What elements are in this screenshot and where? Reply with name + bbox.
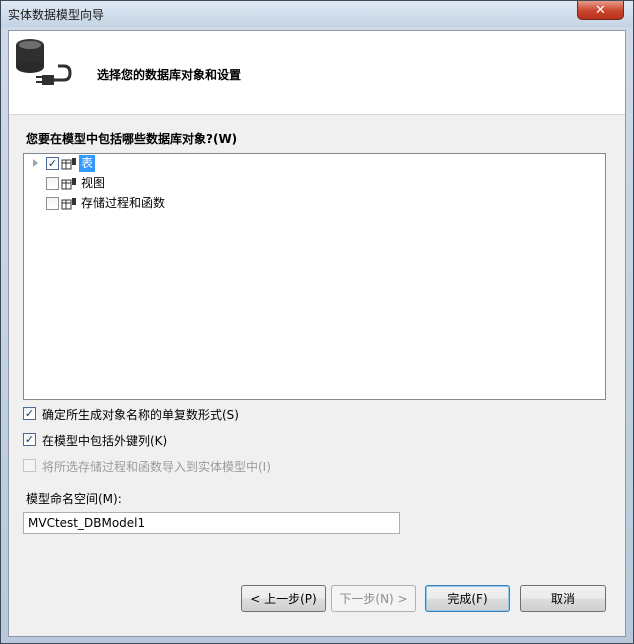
pluralize-label[interactable]: 确定所生成对象名称的单复数形式(S): [42, 406, 239, 423]
namespace-input[interactable]: [23, 512, 400, 534]
table-object-icon: [61, 158, 76, 170]
pluralize-checkbox[interactable]: ✓: [23, 407, 36, 420]
import-procedures-label: 将所选存储过程和函数导入到实体模型中(I): [42, 460, 271, 474]
tree-item-label: 存储过程和函数: [81, 196, 166, 210]
title-bar[interactable]: 实体数据模型向导 ✕: [1, 1, 633, 27]
database-plug-icon: [16, 39, 72, 85]
cancel-button[interactable]: 取消: [520, 585, 606, 612]
wizard-client-area: 选择您的数据库对象和设置 您要在模型中包括哪些数据库对象?(W) ✓ 表 视图 …: [8, 30, 626, 637]
tree-item-views[interactable]: 视图: [24, 175, 324, 193]
check-icon: ✓: [24, 407, 35, 420]
tables-checkbox[interactable]: ✓: [46, 157, 59, 170]
check-icon: ✓: [24, 433, 35, 446]
namespace-label: 模型命名空间(M):: [26, 492, 122, 506]
previous-button[interactable]: < 上一步(P): [241, 585, 326, 612]
check-icon: ✓: [47, 157, 58, 170]
stored-procedures-checkbox[interactable]: [46, 197, 59, 210]
close-icon: ✕: [595, 2, 606, 18]
window-title: 实体数据模型向导: [8, 8, 105, 22]
page-title: 选择您的数据库对象和设置: [97, 68, 242, 82]
procedure-object-icon: [61, 198, 76, 210]
view-object-icon: [61, 178, 76, 190]
expand-arrow-icon[interactable]: [33, 159, 38, 167]
tree-item-tables[interactable]: ✓ 表: [24, 155, 324, 173]
foreign-keys-label[interactable]: 在模型中包括外键列(K): [42, 432, 167, 449]
tree-item-stored-procedures[interactable]: 存储过程和函数: [24, 195, 324, 213]
import-procedures-checkbox: [23, 459, 36, 472]
wizard-header: 选择您的数据库对象和设置: [9, 31, 625, 115]
database-objects-tree[interactable]: ✓ 表 视图 存储过程和函数: [23, 153, 606, 400]
next-button: 下一步(N) >: [331, 585, 416, 612]
wizard-window: 实体数据模型向导 ✕ 选择您的数据库对象和设置 您要在模型中包括哪些数据库对象?…: [0, 0, 634, 644]
tree-item-label: 视图: [81, 176, 106, 190]
objects-section-label: 您要在模型中包括哪些数据库对象?(W): [26, 132, 238, 146]
finish-button[interactable]: 完成(F): [425, 585, 510, 612]
views-checkbox[interactable]: [46, 177, 59, 190]
foreign-keys-checkbox[interactable]: ✓: [23, 433, 36, 446]
close-button[interactable]: ✕: [577, 1, 624, 20]
tree-item-label: 表: [79, 155, 96, 172]
